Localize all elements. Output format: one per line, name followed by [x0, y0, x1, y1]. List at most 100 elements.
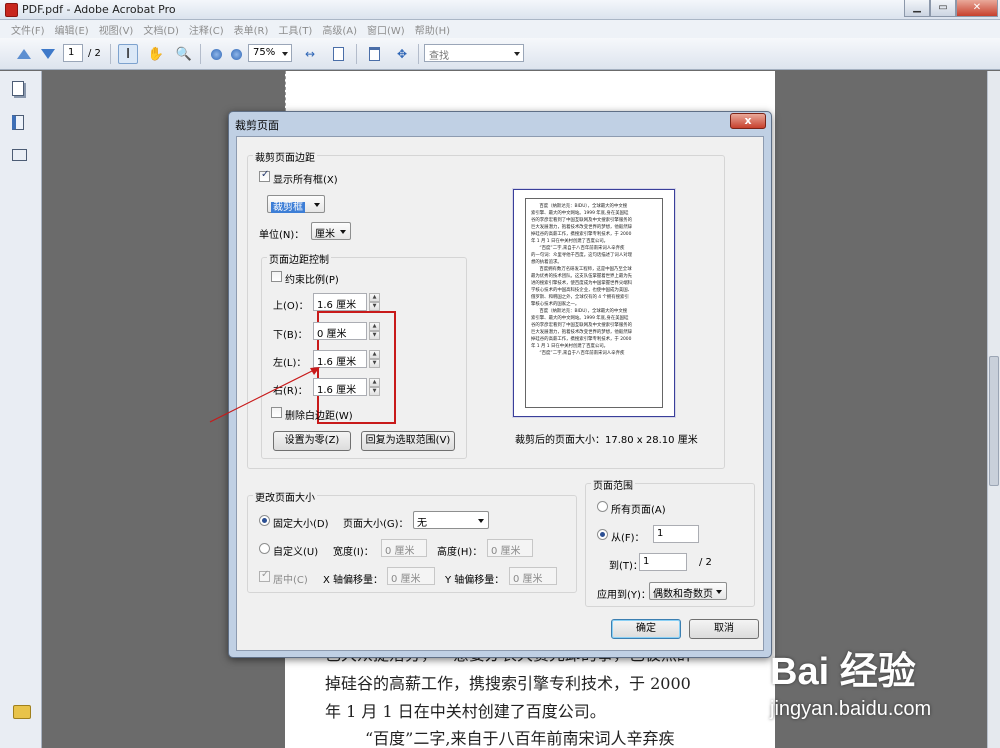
bottom-margin-spinner[interactable]: ▲ ▼	[369, 322, 380, 340]
show-all-boxes-checkbox[interactable]	[259, 169, 270, 182]
navigation-pane	[0, 71, 42, 748]
signatures-panel-icon[interactable]	[12, 149, 28, 167]
revert-to-selection-button[interactable]: 回复为选取范围(V)	[361, 431, 455, 451]
top-margin-input[interactable]: 1.6 厘米	[313, 293, 367, 311]
fixed-size-radio[interactable]	[259, 515, 270, 526]
menu-window[interactable]: 窗口(W)	[362, 20, 410, 38]
watermark-logo: Bai 经验	[770, 651, 916, 693]
unit-select[interactable]: 厘米	[311, 222, 351, 240]
menu-file[interactable]: 文件(F)	[6, 20, 50, 38]
close-window-button[interactable]: ✕	[956, 0, 998, 17]
menu-comments[interactable]: 注释(C)	[184, 20, 229, 38]
crop-preview: 百度（纳斯达克：BIDU），全球最大的中文搜 索引擎、最大的中文网站。1999 …	[513, 189, 675, 417]
page-number-input[interactable]: 1	[63, 44, 83, 62]
top-margin-spinner[interactable]: ▲ ▼	[369, 293, 380, 311]
minimize-button[interactable]: ▁	[904, 0, 930, 17]
expand-icon: ✥	[396, 47, 408, 61]
arrow-down-icon	[41, 49, 55, 59]
page-size-label: 页面大小(G)：	[343, 519, 409, 530]
width-label: 宽度(I)：	[333, 547, 374, 558]
bookmarks-panel-icon[interactable]	[12, 115, 28, 133]
watermark-url: jingyan.baidu.com	[770, 698, 932, 720]
scrollbar-thumb[interactable]	[989, 356, 999, 486]
window-title: PDF.pdf - Adobe Acrobat Pro	[22, 3, 176, 16]
menubar: 文件(F) 编辑(E) 视图(V) 文档(D) 注释(C) 表单(R) 工具(T…	[0, 20, 1000, 38]
y-offset-input[interactable]: 0 厘米	[509, 567, 557, 585]
custom-size-label: 自定义(U)	[273, 547, 319, 558]
all-pages-radio[interactable]	[597, 501, 608, 512]
zoom-out-icon	[210, 48, 222, 60]
y-offset-label: Y 轴偏移量：	[445, 575, 505, 586]
height-label: 高度(H)：	[437, 547, 483, 558]
from-page-input[interactable]: 1	[653, 525, 699, 543]
cancel-button[interactable]: 取消	[689, 619, 759, 639]
center-checkbox[interactable]	[259, 569, 270, 582]
menu-forms[interactable]: 表单(R)	[229, 20, 274, 38]
right-margin-spinner[interactable]: ▲ ▼	[369, 378, 380, 396]
apply-to-select[interactable]: 偶数和奇数页	[649, 582, 727, 600]
zoom-select[interactable]: 75%	[248, 44, 292, 62]
zoom-tool-button[interactable]: 🔍	[174, 44, 194, 64]
set-to-zero-button[interactable]: 设置为零(Z)	[273, 431, 351, 451]
menu-advanced[interactable]: 高级(A)	[317, 20, 362, 38]
fit-page-button[interactable]	[328, 44, 348, 64]
custom-size-radio[interactable]	[259, 543, 270, 554]
apply-to-label: 应用到(Y)：	[597, 590, 651, 601]
dialog-close-button[interactable]: x	[730, 113, 766, 129]
page-size-value: 无	[417, 518, 427, 529]
zoom-in-button[interactable]	[226, 44, 246, 64]
x-offset-label: X 轴偏移量：	[323, 575, 384, 586]
ok-button[interactable]: 确定	[611, 619, 681, 639]
change-page-size-label: 更改页面大小	[253, 489, 317, 504]
margin-control-label: 页面边距控制	[267, 251, 331, 266]
menu-view[interactable]: 视图(V)	[94, 20, 139, 38]
fullscreen-button[interactable]: ✥	[392, 44, 412, 64]
maximize-button[interactable]: ▭	[930, 0, 956, 17]
left-margin-spinner[interactable]: ▲ ▼	[369, 350, 380, 368]
page-text-line: “百度”二字,来自于八百年前南宋词人辛弃疾	[365, 729, 675, 748]
x-offset-input[interactable]: 0 厘米	[387, 567, 435, 585]
text-cursor-icon: I	[126, 46, 130, 62]
menu-document[interactable]: 文档(D)	[138, 20, 184, 38]
previous-page-button[interactable]	[14, 44, 34, 64]
select-tool-button[interactable]: I	[118, 44, 138, 64]
page-total: / 2	[88, 48, 101, 59]
from-label: 从(F)：	[611, 533, 645, 544]
hand-icon: ✋	[147, 46, 165, 62]
annotation-arrow	[209, 367, 320, 423]
height-input[interactable]: 0 厘米	[487, 539, 533, 557]
fixed-size-label: 固定大小(D)	[273, 519, 329, 530]
zoom-out-button[interactable]	[206, 44, 226, 64]
constrain-proportions-label: 约束比例(P)	[285, 275, 339, 286]
find-placeholder: 查找	[429, 51, 449, 62]
fit-width-button[interactable]: ↔	[300, 44, 320, 64]
fit-width-icon: ↔	[304, 47, 316, 61]
all-pages-label: 所有页面(A)	[611, 505, 666, 516]
menu-edit[interactable]: 编辑(E)	[50, 20, 94, 38]
page-size-select[interactable]: 无	[413, 511, 489, 529]
pages-panel-icon[interactable]	[12, 81, 28, 99]
dialog-title: 裁剪页面	[235, 119, 279, 132]
box-type-select[interactable]: 裁剪框	[267, 195, 325, 213]
show-all-boxes-label: 显示所有框(X)	[273, 175, 338, 186]
next-page-button[interactable]	[38, 44, 58, 64]
arrow-up-icon	[17, 49, 31, 59]
constrain-proportions-checkbox[interactable]	[271, 271, 282, 282]
crop-margins-label: 裁剪页面边距	[253, 149, 317, 164]
bottom-margin-input[interactable]: 0 厘米	[313, 322, 367, 340]
find-input[interactable]: 查找	[424, 44, 524, 62]
to-page-input[interactable]: 1	[639, 553, 687, 571]
hand-tool-button[interactable]: ✋	[146, 44, 166, 64]
center-label: 居中(C)	[273, 575, 308, 586]
from-radio[interactable]	[597, 529, 608, 540]
comment-icon[interactable]	[13, 705, 31, 719]
scroll-mode-button[interactable]	[364, 44, 384, 64]
preview-text: 百度（纳斯达克：BIDU），全球最大的中文搜 索引擎、最大的中文网站。1999 …	[531, 204, 632, 356]
box-type-value: 裁剪框	[271, 202, 305, 213]
scroll-pages-icon	[368, 47, 380, 61]
width-input[interactable]: 0 厘米	[381, 539, 427, 557]
acrobat-app-icon	[5, 3, 18, 17]
menu-tools[interactable]: 工具(T)	[273, 20, 317, 38]
to-label: 到(T)：	[609, 561, 643, 572]
menu-help[interactable]: 帮助(H)	[410, 20, 455, 38]
